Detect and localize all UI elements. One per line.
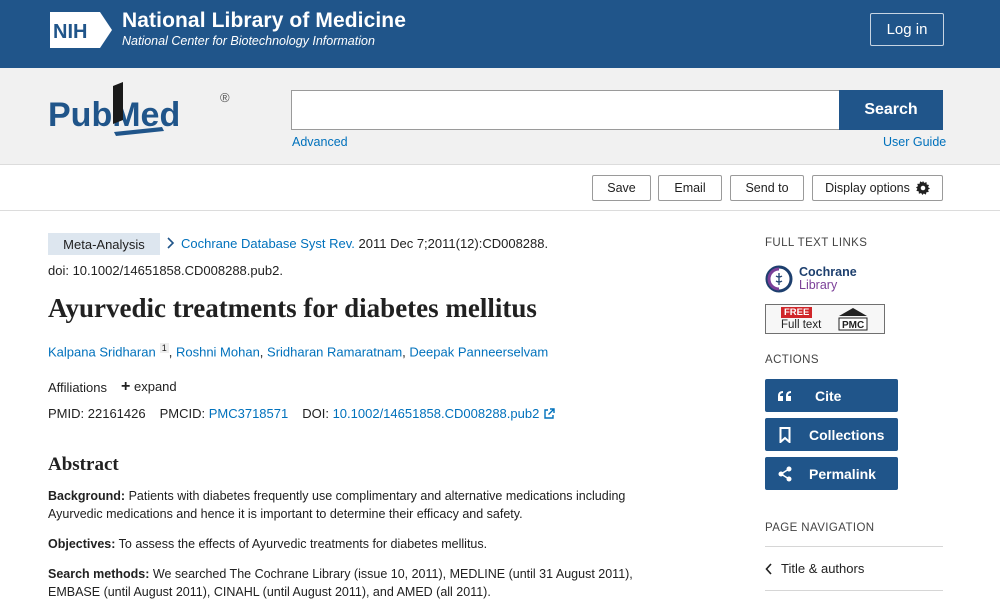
permalink-label: Permalink [809,465,876,482]
search-button[interactable]: Search [839,90,943,130]
chevron-left-icon [765,562,772,575]
collections-label: Collections [809,426,885,443]
cochrane-library-link[interactable]: Cochrane Library [765,264,885,294]
nih-logo-icon[interactable]: NIH [48,10,114,50]
expand-label: expand [133,379,177,394]
publication-type-badge: Meta-Analysis [48,233,160,255]
quote-icon [765,390,805,402]
nav-item-label: Title & authors [781,561,865,576]
cochrane-text: Cochrane Library [799,266,857,292]
author-link[interactable]: Deepak Panneerselvam [409,344,548,359]
nlm-title[interactable]: National Library of Medicine [122,9,406,33]
affiliations-label: Affiliations [48,379,108,395]
actions-heading: ACTIONS [765,354,819,366]
display-options-label: Display options [825,181,910,195]
background-label: Background: [48,489,126,503]
pmcid-link[interactable]: PMC3718571 [209,406,289,421]
share-icon [765,466,805,482]
plus-icon: + [121,378,131,395]
pmcid-label: PMCID: [159,406,206,421]
registered-mark: ® [220,90,230,105]
full-text-links-heading: FULL TEXT LINKS [765,237,868,249]
journal-link[interactable]: Cochrane Database Syst Rev. [181,236,355,251]
abstract-objectives: Objectives: To assess the effects of Ayu… [48,535,638,553]
doi-label: DOI: [302,406,329,421]
objectives-label: Objectives: [48,537,116,551]
identifiers-row: PMID: 22161426 PMCID: PMC3718571 DOI: 10… [48,406,556,421]
journal-citation: Cochrane Database Syst Rev. 2011 Dec 7;2… [181,236,548,251]
cite-button[interactable]: Cite [765,379,898,412]
page-navigation-heading: PAGE NAVIGATION [765,522,875,534]
pmid-label: PMID: [48,406,85,421]
methods-label: Search methods: [48,567,150,581]
citation-text: 2011 Dec 7;2011(12):CD008288. [354,236,549,251]
expand-toggle[interactable]: + expand [115,378,177,396]
send-to-button[interactable]: Send to [730,175,804,201]
full-text-label: Full text [781,319,822,331]
author-link[interactable]: Sridharan Ramaratnam [267,344,402,359]
display-options-button[interactable]: Display options [812,175,943,201]
cochrane-library-label: Library [799,278,838,292]
author-link[interactable]: Roshni Mohan [176,344,260,359]
chevron-right-icon [167,237,175,249]
nav-item-title-authors[interactable]: Title & authors [765,561,864,576]
email-button[interactable]: Email [658,175,722,201]
pmc-logo-icon: PMC [838,308,868,331]
doi-link[interactable]: 10.1002/14651858.CD008288.pub2 [333,406,540,421]
ncbi-subtitle: National Center for Biotechnology Inform… [122,34,375,48]
abstract-search-methods: Search methods: We searched The Cochrane… [48,565,638,600]
nav-divider [765,546,943,547]
permalink-button[interactable]: Permalink [765,457,898,490]
search-input[interactable] [291,90,840,130]
author-list: Kalpana Sridharan 1, Roshni Mohan, Sridha… [48,343,548,359]
pmc-free-full-text-link[interactable]: FREE Full text PMC [765,304,885,334]
author-separator: , [259,344,264,360]
author-link[interactable]: Kalpana Sridharan [48,344,156,359]
objectives-text: To assess the effects of Ayurvedic treat… [115,537,488,551]
free-tag: FREE [781,307,813,318]
cochrane-logo-icon [765,265,793,293]
gear-icon [915,181,930,195]
author-separator: , [402,344,406,360]
pmid-value: 22161426 [87,406,146,421]
author-separator: , [168,344,173,360]
abstract-heading: Abstract [48,454,119,475]
collections-button[interactable]: Collections [765,418,898,451]
login-button[interactable]: Log in [870,13,944,46]
background-text: Patients with diabetes frequently use co… [48,489,626,521]
cite-label: Cite [815,387,842,404]
pmc-mark-text: PMC [842,320,864,331]
nav-divider [765,590,943,591]
pubmed-logo[interactable]: PubMed ® [46,80,236,140]
user-guide-link[interactable]: User Guide [883,135,946,149]
save-button[interactable]: Save [592,175,651,201]
advanced-search-link[interactable]: Advanced [292,135,348,149]
bookmark-icon [765,426,805,443]
article-title: Ayurvedic treatments for diabetes mellit… [48,293,537,323]
affiliations-row[interactable]: Affiliations + expand [48,378,177,396]
affiliation-marker[interactable]: 1 [159,343,169,353]
doi-line: doi: 10.1002/14651858.CD008288.pub2. [48,263,283,278]
abstract-background: Background: Patients with diabetes frequ… [48,487,638,523]
nih-logo-text: NIH [53,21,87,43]
external-link-icon[interactable] [543,407,556,420]
